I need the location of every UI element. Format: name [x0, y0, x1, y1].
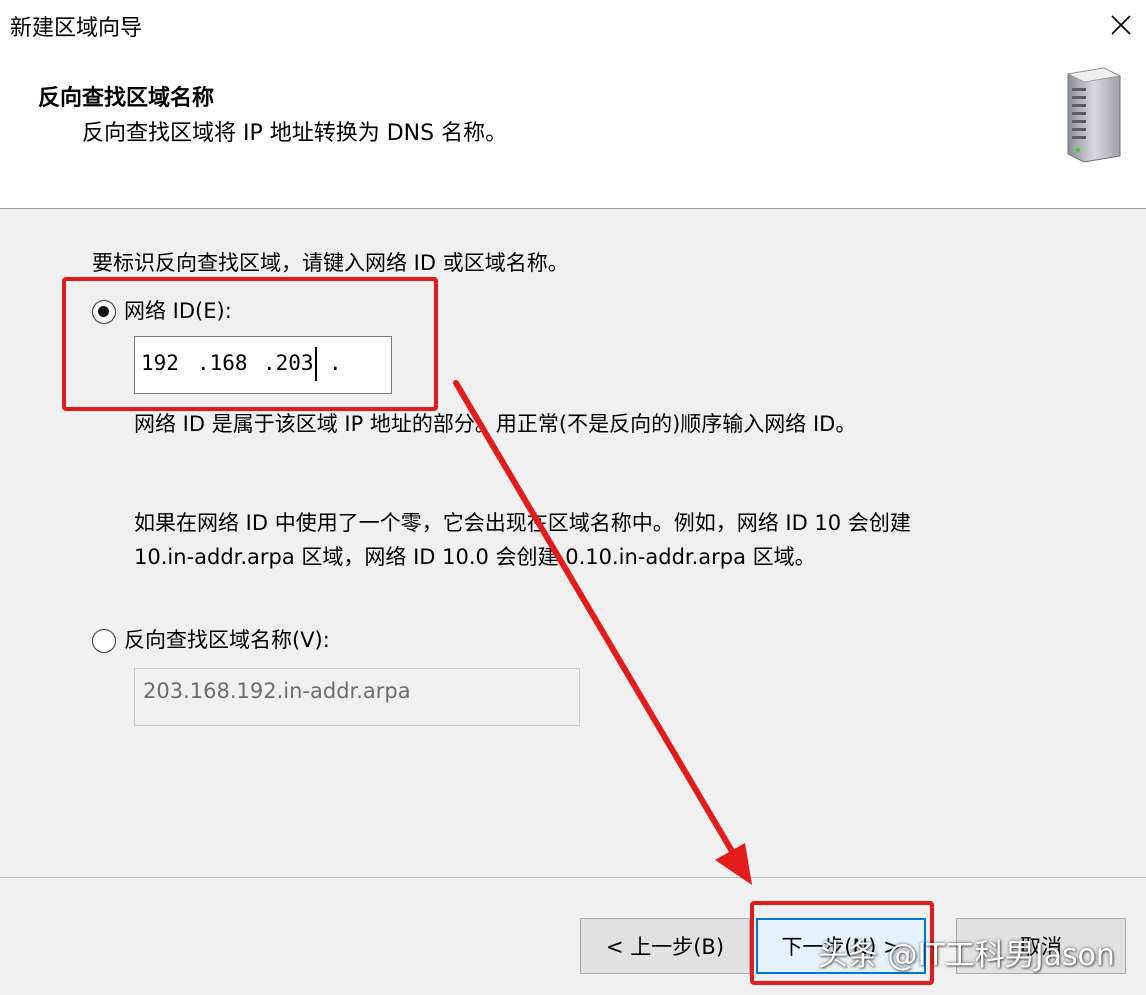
server-icon: [1066, 67, 1122, 163]
network-id-label[interactable]: 网络 ID(E):: [124, 295, 232, 325]
title-bar: 新建区域向导: [0, 0, 1146, 50]
zone-name-label[interactable]: 反向查找区域名称(V):: [124, 624, 330, 654]
network-id-description: 网络 ID 是属于该区域 IP 地址的部分。用正常(不是反向的)顺序输入网络 I…: [134, 412, 857, 436]
ip-octet-2[interactable]: .168: [197, 351, 248, 375]
wizard-header: 反向查找区域名称 反向查找区域将 IP 地址转换为 DNS 名称。: [0, 50, 1146, 209]
window-title: 新建区域向导: [10, 16, 143, 41]
zero-note-line-2: 10.in-addr.arpa 区域，网络 ID 10.0 会创建 0.10.i…: [134, 545, 816, 569]
back-button[interactable]: < 上一步(B): [580, 918, 750, 974]
page-subtitle: 反向查找区域将 IP 地址转换为 DNS 名称。: [82, 121, 508, 146]
page-title: 反向查找区域名称: [38, 86, 215, 111]
watermark-text: 头条 @IT工科男Jason: [818, 938, 1115, 973]
instruction-text: 要标识反向查找区域，请键入网络 ID 或区域名称。: [92, 251, 569, 275]
zero-note-line-1: 如果在网络 ID 中使用了一个零，它会出现在区域名称中。例如，网络 ID 10 …: [134, 511, 911, 535]
ip-octet-3[interactable]: .203: [263, 351, 314, 375]
ip-octet-1[interactable]: 192: [141, 351, 179, 375]
network-id-radio[interactable]: [92, 300, 116, 324]
ip-octet-4[interactable]: .: [329, 351, 342, 375]
network-id-input[interactable]: 192 .168 .203 .: [134, 336, 392, 394]
close-button[interactable]: [1096, 0, 1146, 50]
zone-name-radio[interactable]: [92, 629, 116, 653]
zone-name-input[interactable]: 203.168.192.in-addr.arpa: [134, 668, 580, 726]
close-icon: [1111, 15, 1131, 35]
wizard-window: 新建区域向导 反向查找区域名称 反向查找区域将 IP 地址转换为 DNS 名称。: [0, 0, 1146, 995]
text-caret: [315, 347, 317, 381]
wizard-body: 要标识反向查找区域，请键入网络 ID 或区域名称。 网络 ID(E): 192 …: [0, 209, 1146, 877]
